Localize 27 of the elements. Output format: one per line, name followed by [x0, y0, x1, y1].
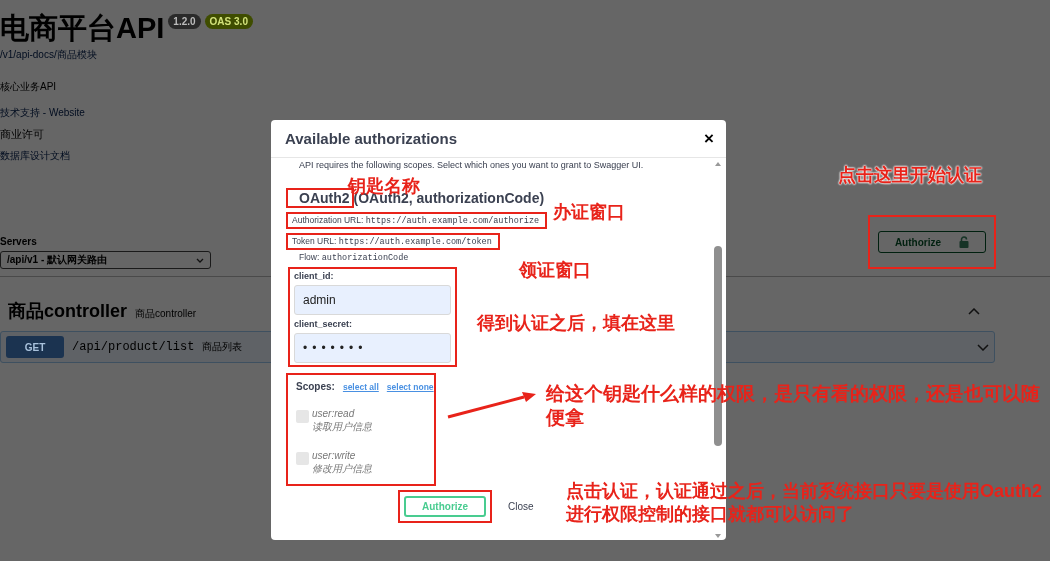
field-label: client_secret: — [294, 319, 354, 329]
api-description: 核心业务API — [0, 80, 58, 94]
annotation-note: 点击这里开始认证 — [838, 164, 983, 187]
scope-description: 读取用户信息 — [312, 420, 372, 434]
spec-badge: OAS 3.0 — [204, 14, 253, 29]
scopes-label: Scopes: — [296, 381, 335, 392]
method-badge: GET — [6, 336, 64, 358]
version-badge: 1.2.0 — [168, 14, 201, 29]
api-title: 电商平台API — [0, 11, 165, 46]
operation-path: /api/product/list — [72, 340, 195, 354]
scope-description: 修改用户信息 — [312, 462, 372, 476]
annotation-note: 领证窗口 — [519, 259, 592, 282]
operation-summary: 商品列表 — [202, 340, 243, 354]
scheme-name: OAuth2 — [298, 190, 350, 207]
annotation-note: 得到认证之后，填在这里 — [477, 312, 676, 335]
authorization-url: Authorization URL: https://auth.example.com/authorize — [286, 212, 548, 229]
flow-text: Flow: authorizationCode — [299, 252, 409, 263]
dialog-title: Available authorizations — [285, 130, 457, 147]
field-label: client_id: — [294, 271, 335, 281]
servers-label: Servers — [0, 236, 38, 247]
annotation-note: 办证窗口 — [553, 201, 626, 224]
scope-name: user:read — [312, 408, 356, 419]
section-description: 商品controller — [135, 307, 197, 321]
scopes-intro: API requires the following scopes. Select which ones you want to grant to Swagger UI. — [299, 160, 644, 170]
scope-name: user:write — [312, 450, 357, 461]
token-url: Token URL: https://auth.example.com/token — [286, 233, 500, 250]
info-text: 商业许可 — [0, 127, 44, 142]
